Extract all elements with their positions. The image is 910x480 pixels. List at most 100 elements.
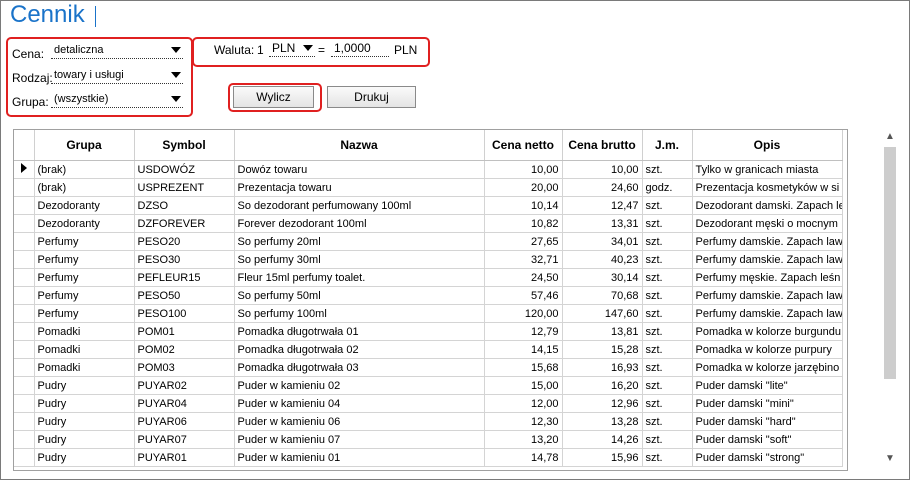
table-row[interactable]: Pudry PUYAR06 Puder w kamieniu 06 12,30 13,2…: [14, 412, 843, 431]
table-row[interactable]: Perfumy PESO50 So perfumy 50ml 57,46 70,68 sz…: [14, 286, 843, 305]
table-row[interactable]: Dezodoranty DZFOREVER Forever dezodorant 1…: [14, 214, 843, 233]
cena-select[interactable]: detaliczna: [51, 41, 183, 59]
header-cena-brutto[interactable]: Cena brutto: [562, 130, 643, 161]
row-indicator: [14, 268, 35, 287]
chevron-down-icon[interactable]: [171, 72, 181, 78]
table-cell: Pomadka długotrwała 01: [234, 322, 485, 341]
price-table: Grupa Symbol Nazwa Cena netto Cena brutto J.m…: [13, 129, 848, 471]
table-cell: Perfumy męskie. Zapach leśn: [692, 268, 843, 287]
table-row[interactable]: Pomadki POM02 Pomadka długotrwała 02 14,15 1…: [14, 340, 843, 359]
table-row[interactable]: Pudry PUYAR01 Puder w kamieniu 01 14,78 15,9…: [14, 448, 843, 467]
table-row[interactable]: Perfumy PESO20 So perfumy 20ml 27,65 34,01 sz…: [14, 232, 843, 251]
row-indicator: [14, 340, 35, 359]
table-cell: 13,81: [562, 322, 643, 341]
table-cell: Puder w kamieniu 04: [234, 394, 485, 413]
table-cell: szt.: [642, 196, 693, 215]
table-row[interactable]: Perfumy PESO30 So perfumy 30ml 32,71 40,23 sz…: [14, 250, 843, 269]
table-row[interactable]: Dezodoranty DZSO So dezodorant perfumowany…: [14, 196, 843, 215]
grupa-label: Grupa:: [12, 95, 49, 109]
table-row[interactable]: Pudry PUYAR02 Puder w kamieniu 02 15,00 16,2…: [14, 376, 843, 395]
table-cell: 16,93: [562, 358, 643, 377]
chevron-down-icon[interactable]: ▼: [885, 453, 895, 464]
table-cell: 14,26: [562, 430, 643, 449]
vertical-scrollbar[interactable]: ▲ ▼: [881, 129, 899, 469]
row-indicator: [14, 178, 35, 197]
table-row[interactable]: (brak) USDOWÓZ Dowóz towaru 10,00 10,00 szt. T…: [14, 160, 843, 179]
table-cell: 12,79: [484, 322, 563, 341]
table-cell: 13,31: [562, 214, 643, 233]
row-indicator: [14, 196, 35, 215]
chevron-down-icon[interactable]: [171, 96, 181, 102]
table-cell: DZFOREVER: [134, 214, 235, 233]
row-indicator: [14, 232, 35, 251]
table-cell: So perfumy 100ml: [234, 304, 485, 323]
table-cell: szt.: [642, 358, 693, 377]
table-cell: Dowóz towaru: [234, 160, 485, 179]
table-row[interactable]: Perfumy PESO100 So perfumy 100ml 120,00 147,…: [14, 304, 843, 323]
print-button[interactable]: Drukuj: [327, 86, 416, 108]
exchange-rate-input[interactable]: 1,0000: [331, 39, 389, 57]
table-cell: Puder w kamieniu 07: [234, 430, 485, 449]
window: Cennik Cena: detaliczna Rodzaj: towary i…: [0, 0, 910, 480]
table-cell: 12,00: [484, 394, 563, 413]
table-row[interactable]: Pomadki POM03 Pomadka długotrwała 03 15,68 1…: [14, 358, 843, 377]
header-grupa[interactable]: Grupa: [34, 130, 135, 161]
table-cell: szt.: [642, 268, 693, 287]
table-cell: PUYAR06: [134, 412, 235, 431]
table-cell: szt.: [642, 430, 693, 449]
table-cell: Puder w kamieniu 01: [234, 448, 485, 467]
table-cell: szt.: [642, 412, 693, 431]
row-indicator-header: [14, 130, 35, 161]
header-cena-netto[interactable]: Cena netto: [484, 130, 563, 161]
table-cell: Pomadki: [34, 322, 135, 341]
table-cell: Dezodorant męski o mocnym: [692, 214, 843, 233]
chevron-down-icon[interactable]: [171, 47, 181, 53]
table-cell: Forever dezodorant 100ml: [234, 214, 485, 233]
table-cell: 147,60: [562, 304, 643, 323]
table-cell: 120,00: [484, 304, 563, 323]
row-indicator: [14, 160, 35, 179]
table-cell: szt.: [642, 232, 693, 251]
table-cell: szt.: [642, 250, 693, 269]
table-cell: (brak): [34, 160, 135, 179]
table-cell: Perfumy: [34, 268, 135, 287]
table-cell: PESO20: [134, 232, 235, 251]
table-row[interactable]: Perfumy PEFLEUR15 Fleur 15ml perfumy toale…: [14, 268, 843, 287]
scrollbar-thumb[interactable]: [884, 147, 896, 379]
table-cell: 14,15: [484, 340, 563, 359]
currency-select[interactable]: PLN: [269, 39, 315, 57]
table-cell: So perfumy 30ml: [234, 250, 485, 269]
header-opis[interactable]: Opis: [692, 130, 843, 161]
table-cell: Perfumy: [34, 232, 135, 251]
row-indicator: [14, 322, 35, 341]
table-row[interactable]: Pudry PUYAR04 Puder w kamieniu 04 12,00 12,9…: [14, 394, 843, 413]
table-cell: 13,28: [562, 412, 643, 431]
table-cell: 24,60: [562, 178, 643, 197]
header-nazwa[interactable]: Nazwa: [234, 130, 485, 161]
table-row[interactable]: (brak) USPREZENT Prezentacja towaru 20,00 24…: [14, 178, 843, 197]
rodzaj-select[interactable]: towary i usługi: [51, 66, 183, 84]
table-cell: USPREZENT: [134, 178, 235, 197]
calculate-button[interactable]: Wylicz: [233, 86, 314, 108]
table-row[interactable]: Pudry PUYAR07 Puder w kamieniu 07 13,20 14,2…: [14, 430, 843, 449]
table-cell: Puder damski "strong": [692, 448, 843, 467]
table-cell: POM01: [134, 322, 235, 341]
table-cell: szt.: [642, 394, 693, 413]
table-cell: 30,14: [562, 268, 643, 287]
row-indicator: [14, 412, 35, 431]
table-cell: Perfumy damskie. Zapach law: [692, 286, 843, 305]
table-cell: 24,50: [484, 268, 563, 287]
table-cell: szt.: [642, 340, 693, 359]
table-cell: PUYAR04: [134, 394, 235, 413]
row-indicator: [14, 304, 35, 323]
rodzaj-label: Rodzaj:: [12, 71, 53, 85]
header-symbol[interactable]: Symbol: [134, 130, 235, 161]
grupa-select[interactable]: (wszystkie): [51, 90, 183, 108]
chevron-up-icon[interactable]: ▲: [885, 131, 895, 142]
equals-sign: =: [318, 43, 326, 57]
table-cell: 70,68: [562, 286, 643, 305]
chevron-down-icon[interactable]: [303, 45, 313, 51]
header-jm[interactable]: J.m.: [642, 130, 693, 161]
table-cell: szt.: [642, 160, 693, 179]
table-row[interactable]: Pomadki POM01 Pomadka długotrwała 01 12,79 1…: [14, 322, 843, 341]
